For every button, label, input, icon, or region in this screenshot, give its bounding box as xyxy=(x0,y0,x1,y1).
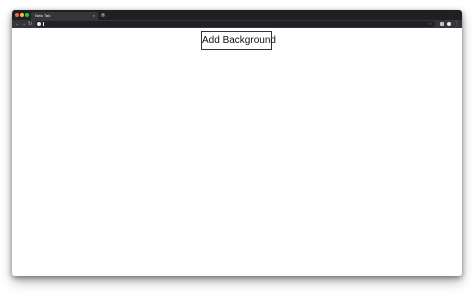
minimize-window-icon[interactable] xyxy=(20,13,24,17)
new-tab-button[interactable]: + xyxy=(101,13,105,17)
extensions-icon[interactable] xyxy=(440,22,444,26)
bookmark-star-icon[interactable]: ☆ xyxy=(428,21,432,27)
reload-icon[interactable]: ↻ xyxy=(28,21,32,27)
forward-icon[interactable]: → xyxy=(21,21,26,27)
add-background-button[interactable]: Add Background xyxy=(201,31,276,50)
menu-icon[interactable]: ⋮ xyxy=(454,21,459,27)
tab-strip: New Tab × + xyxy=(12,10,462,20)
page-info-icon[interactable] xyxy=(37,22,41,26)
tab-new-tab[interactable]: New Tab × xyxy=(31,12,98,20)
profile-icon[interactable] xyxy=(447,22,451,26)
tab-close-icon[interactable]: × xyxy=(93,13,95,19)
close-window-icon[interactable] xyxy=(15,13,19,17)
browser-window: New Tab × + ← → ↻ ☆ ⋮ Add Background xyxy=(12,10,462,276)
address-bar[interactable]: ☆ xyxy=(35,21,435,27)
back-icon[interactable]: ← xyxy=(15,21,20,27)
maximize-window-icon[interactable] xyxy=(25,13,29,17)
tab-title: New Tab xyxy=(35,13,51,18)
browser-toolbar: ← → ↻ ☆ ⋮ xyxy=(12,20,462,28)
page-content: Add Background xyxy=(12,28,462,276)
text-caret xyxy=(43,22,44,26)
